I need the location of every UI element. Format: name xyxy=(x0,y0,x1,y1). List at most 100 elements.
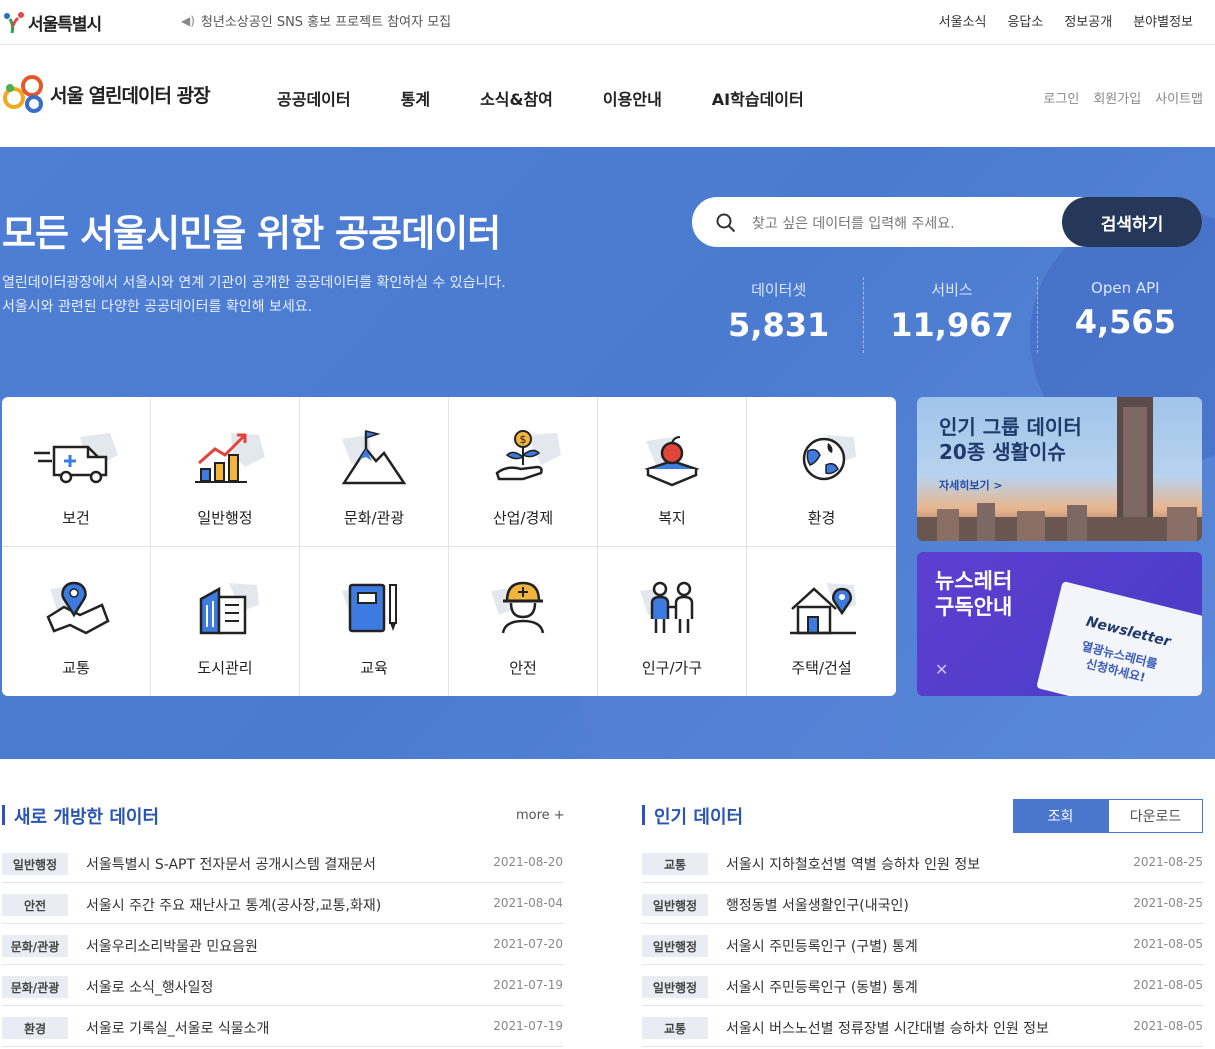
item-title[interactable]: 서울로 소식_행사일정 xyxy=(86,977,213,997)
item-date: 2021-08-25 xyxy=(1133,896,1203,910)
category-label: 복지 xyxy=(658,509,686,527)
popular-banner-more-link[interactable]: 자세히보기 > xyxy=(939,477,1003,493)
list-item[interactable]: 교통 서울시 버스노선별 정류장별 시간대별 승하차 인원 정보 2021-08… xyxy=(642,1006,1203,1047)
stat-label: Open API xyxy=(1091,279,1160,297)
stat-services[interactable]: 서비스 11,967 xyxy=(863,277,1038,353)
toplink-seoul-news[interactable]: 서울소식 xyxy=(939,11,987,30)
newsletter-banner-title: 뉴스레터 구독안내 xyxy=(935,568,1012,620)
search-input[interactable]: 찾고 싶은 데이터를 입력해 주세요. xyxy=(752,213,955,233)
popular-banner-line: 인기 그룹 데이터 xyxy=(939,415,1082,439)
category-health[interactable]: 보건 xyxy=(2,397,151,547)
hero-description: 열린데이터광장에서 서울시와 연계 기관이 공개한 공공데이터를 확인하실 수 … xyxy=(2,271,506,319)
login-link[interactable]: 로그인 xyxy=(1043,88,1079,107)
seoul-logo-icon xyxy=(4,12,24,34)
popular-banner-title: 인기 그룹 데이터 20종 생활이슈 xyxy=(939,415,1082,465)
chart-up-icon xyxy=(195,433,265,483)
stat-open-api[interactable]: Open API 4,565 xyxy=(1036,277,1212,353)
category-welfare[interactable]: 복지 xyxy=(598,397,747,547)
category-urban-management[interactable]: 도시관리 xyxy=(151,546,300,696)
item-title[interactable]: 서울로 기록실_서울로 식물소개 xyxy=(86,1018,269,1038)
new-data-more-link[interactable]: more + xyxy=(516,808,565,823)
category-industry-economy[interactable]: $ 산업/경제 xyxy=(449,397,598,547)
item-date: 2021-08-05 xyxy=(1133,978,1203,992)
popular-group-banner[interactable]: 인기 그룹 데이터 20종 생활이슈 자세히보기 > xyxy=(917,397,1202,541)
category-safety[interactable]: 안전 xyxy=(449,546,598,696)
hero-title: 모든 서울시민을 위한 공공데이터 xyxy=(2,212,501,255)
item-date: 2021-07-20 xyxy=(493,937,563,951)
category-badge: 일반행정 xyxy=(642,935,708,957)
category-label: 문화/관광 xyxy=(343,509,405,527)
list-item[interactable]: 교통 서울시 지하철호선별 역별 승하차 인원 정보 2021-08-25 xyxy=(642,842,1203,883)
sitemap-link[interactable]: 사이트맵 xyxy=(1155,88,1203,107)
toplink-eungdapso[interactable]: 응답소 xyxy=(1007,11,1043,30)
close-x-icon: ✕ xyxy=(935,660,949,679)
list-item[interactable]: 일반행정 서울특별시 S-APT 전자문서 공개시스템 결재문서 2021-08… xyxy=(2,842,563,883)
map-pin-icon xyxy=(46,581,110,634)
item-title[interactable]: 서울시 주민등록인구 (동별) 통계 xyxy=(726,977,918,997)
item-title[interactable]: 행정동별 서울생활인구(내국인) xyxy=(726,895,909,915)
category-badge: 문화/관광 xyxy=(2,976,68,998)
item-title[interactable]: 서울특별시 S-APT 전자문서 공개시스템 결재문서 xyxy=(86,854,376,874)
category-badge: 일반행정 xyxy=(642,976,708,998)
popular-data-list: 교통 서울시 지하철호선별 역별 승하차 인원 정보 2021-08-25 일반… xyxy=(642,842,1203,1047)
category-environment[interactable]: 환경 xyxy=(747,397,896,547)
stat-value: 4,565 xyxy=(1074,303,1176,341)
category-culture-tourism[interactable]: 문화/관광 xyxy=(300,397,449,547)
nav-public-data[interactable]: 공공데이터 xyxy=(277,86,351,110)
globe-leaf-icon xyxy=(802,435,856,481)
category-population[interactable]: 인구/가구 xyxy=(598,546,747,696)
category-education[interactable]: 교육 xyxy=(300,546,449,696)
list-item[interactable]: 일반행정 서울시 주민등록인구 (동별) 통계 2021-08-05 xyxy=(642,965,1203,1006)
notice-text: 청년소상공인 SNS 홍보 프로젝트 참여자 모집 xyxy=(200,15,452,30)
category-label: 일반행정 xyxy=(197,509,253,527)
category-grid: 보건 일반행정 문화/관광 $ 산업/경제 복지 환경 교통 도시관리 교육 안… xyxy=(2,397,896,696)
toplink-field-info[interactable]: 분야별정보 xyxy=(1133,11,1193,30)
list-item[interactable]: 환경 서울로 기록실_서울로 식물소개 2021-07-19 xyxy=(2,1006,563,1047)
site-brand[interactable]: 서울 열린데이터 광장 xyxy=(2,74,211,114)
category-transport[interactable]: 교통 xyxy=(2,546,151,696)
list-item[interactable]: 문화/관광 서울우리소리박물관 민요음원 2021-07-20 xyxy=(2,924,563,965)
seoul-city-logo[interactable]: 서울특별시 xyxy=(2,8,102,36)
category-label: 교통 xyxy=(62,658,90,677)
category-general-admin[interactable]: 일반행정 xyxy=(151,397,300,547)
tab-views[interactable]: 조회 xyxy=(1013,799,1108,833)
stat-value: 5,831 xyxy=(728,306,830,344)
item-title[interactable]: 서울우리소리박물관 민요음원 xyxy=(86,936,258,956)
signup-link[interactable]: 회원가입 xyxy=(1093,88,1141,107)
nav-ai-data[interactable]: AI학습데이터 xyxy=(712,86,804,110)
open-data-logo-icon xyxy=(3,75,43,113)
category-badge: 교통 xyxy=(642,853,708,875)
item-title[interactable]: 서울시 지하철호선별 역별 승하차 인원 정보 xyxy=(726,854,980,874)
toplink-info-open[interactable]: 정보공개 xyxy=(1064,11,1112,30)
stat-datasets[interactable]: 데이터셋 5,831 xyxy=(692,277,865,353)
tab-downloads[interactable]: 다운로드 xyxy=(1108,799,1203,833)
nav-statistics[interactable]: 통계 xyxy=(401,86,430,110)
notice-ticker[interactable]: ◀) 청년소상공인 SNS 홍보 프로젝트 참여자 모집 xyxy=(181,11,452,31)
search-box: 찾고 싶은 데이터를 입력해 주세요. 검색하기 xyxy=(692,197,1202,247)
category-label: 환경 xyxy=(807,509,836,527)
category-label: 산업/경제 xyxy=(492,509,554,527)
category-housing[interactable]: 주택/건설 xyxy=(747,547,896,697)
category-badge: 일반행정 xyxy=(642,894,708,916)
search-button[interactable]: 검색하기 xyxy=(1062,197,1202,247)
nav-news-participation[interactable]: 소식&참여 xyxy=(480,86,553,110)
svg-text:$: $ xyxy=(520,433,527,446)
item-title[interactable]: 서울시 버스노선별 정류장별 시간대별 승하차 인원 정보 xyxy=(726,1018,1049,1038)
new-data-list: 일반행정 서울특별시 S-APT 전자문서 공개시스템 결재문서 2021-08… xyxy=(2,842,563,1047)
popular-tabs: 조회 다운로드 xyxy=(1013,799,1203,833)
list-item[interactable]: 문화/관광 서울로 소식_행사일정 2021-07-19 xyxy=(2,965,563,1006)
category-label: 안전 xyxy=(509,658,537,677)
newsletter-banner[interactable]: 뉴스레터 구독안내 Newsletter 열광뉴스레터를 신청하세요! ✕ xyxy=(917,552,1202,696)
nav-usage-guide[interactable]: 이용안내 xyxy=(603,86,662,110)
list-item[interactable]: 일반행정 행정동별 서울생활인구(내국인) 2021-08-25 xyxy=(642,883,1203,924)
item-title[interactable]: 서울시 주민등록인구 (구별) 통계 xyxy=(726,936,918,956)
category-badge: 교통 xyxy=(642,1017,708,1039)
item-title[interactable]: 서울시 주간 주요 재난사고 통계(공사장,교통,화재) xyxy=(86,895,381,915)
item-date: 2021-08-05 xyxy=(1133,937,1203,951)
category-label: 주택/건설 xyxy=(791,658,852,677)
list-item[interactable]: 안전 서울시 주간 주요 재난사고 통계(공사장,교통,화재) 2021-08-… xyxy=(2,883,563,924)
stat-value: 11,967 xyxy=(890,306,1014,344)
list-item[interactable]: 일반행정 서울시 주민등록인구 (구별) 통계 2021-08-05 xyxy=(642,924,1203,965)
category-badge: 안전 xyxy=(2,894,68,916)
ambulance-icon xyxy=(34,433,118,484)
